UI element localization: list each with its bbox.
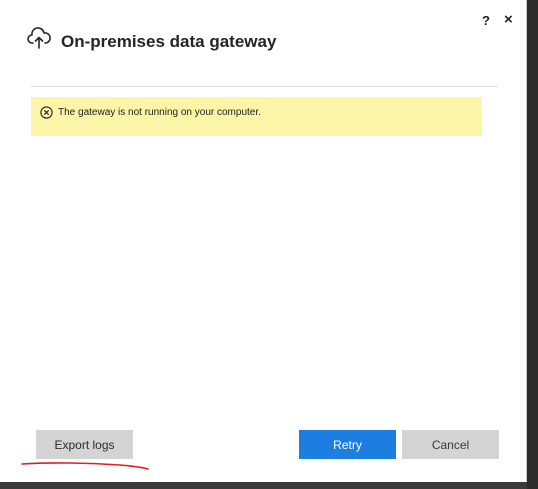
red-underline-annotation <box>21 462 149 470</box>
export-logs-button[interactable]: Export logs <box>36 430 133 459</box>
cancel-button[interactable]: Cancel <box>402 430 499 459</box>
error-message: The gateway is not running on your compu… <box>58 107 261 118</box>
cloud-upload-icon <box>27 27 51 49</box>
dialog-title: On-premises data gateway <box>61 32 277 51</box>
help-button[interactable]: ? <box>482 13 490 28</box>
gateway-dialog: ? × On-premises data gateway The gateway… <box>0 0 527 481</box>
header-divider <box>31 86 498 87</box>
close-button[interactable]: × <box>504 11 513 28</box>
retry-button[interactable]: Retry <box>299 430 396 459</box>
background-window-bottom-edge <box>0 482 527 489</box>
error-circle-x-icon <box>40 106 53 119</box>
error-banner: The gateway is not running on your compu… <box>31 97 482 136</box>
background-window-edge <box>527 0 538 489</box>
